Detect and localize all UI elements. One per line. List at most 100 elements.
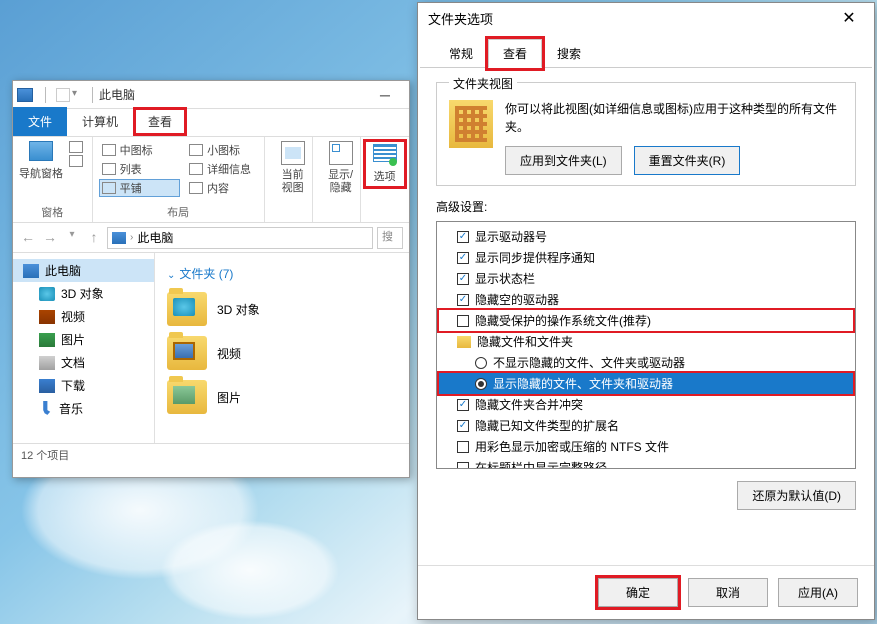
dialog-tabs: 常规 查看 搜索 bbox=[420, 33, 872, 68]
address-bar: ← → ▾ ↑ › 此电脑 搜 bbox=[13, 223, 409, 253]
download-icon bbox=[39, 379, 55, 393]
back-button[interactable]: ← bbox=[19, 229, 37, 247]
tree-pic[interactable]: 图片 bbox=[13, 328, 154, 351]
folder-icon bbox=[457, 336, 471, 348]
advanced-label: 高级设置: bbox=[436, 198, 856, 215]
nav-pane-icon bbox=[29, 141, 53, 161]
apply-button[interactable]: 应用(A) bbox=[778, 578, 858, 607]
quick-access-toolbar: ▾ bbox=[56, 88, 86, 102]
preview-pane[interactable] bbox=[69, 141, 83, 153]
pc-icon bbox=[112, 232, 126, 244]
details-pane[interactable] bbox=[69, 155, 83, 167]
video-icon bbox=[39, 310, 55, 324]
folder-3d[interactable]: 3D 对象 bbox=[167, 292, 397, 326]
apply-to-folders-button[interactable]: 应用到文件夹(L) bbox=[505, 146, 622, 175]
group-panes-label: 窗格 bbox=[13, 204, 92, 220]
qat-item[interactable] bbox=[56, 88, 70, 102]
advanced-tree[interactable]: ✓显示驱动器号 ✓显示同步提供程序通知 ✓显示状态栏 ✓隐藏空的驱动器 隐藏受保… bbox=[436, 221, 856, 469]
ribbon: 导航窗格 窗格 中图标 列表 平铺 小图标 详细信息 内容 bbox=[13, 137, 409, 223]
tree-down[interactable]: 下载 bbox=[13, 374, 154, 397]
opt-hide-protected[interactable]: 隐藏受保护的操作系统文件(推荐) bbox=[439, 310, 853, 331]
tab-computer[interactable]: 计算机 bbox=[67, 107, 133, 136]
layout-details[interactable]: 详细信息 bbox=[186, 160, 258, 178]
opt-show-drive-letters[interactable]: ✓显示驱动器号 bbox=[439, 226, 853, 247]
current-view[interactable]: 当前 视图 bbox=[271, 141, 315, 195]
folder-view-group: 文件夹视图 你可以将此视图(如详细信息或图标)应用于这种类型的所有文件夹。 应用… bbox=[436, 82, 856, 186]
address-input[interactable]: › 此电脑 bbox=[107, 227, 373, 249]
folder-video[interactable]: 视频 bbox=[167, 336, 397, 370]
current-view-icon bbox=[281, 141, 305, 165]
document-icon bbox=[39, 356, 55, 370]
ok-button[interactable]: 确定 bbox=[598, 578, 678, 607]
tree-this-pc[interactable]: 此电脑 bbox=[13, 259, 154, 282]
explorer-titlebar[interactable]: ▾ 此电脑 ─ bbox=[13, 81, 409, 109]
layout-medium[interactable]: 中图标 bbox=[99, 141, 180, 159]
explorer-window: ▾ 此电脑 ─ 文件 计算机 查看 导航窗格 窗格 bbox=[12, 80, 410, 478]
folder-view-desc: 你可以将此视图(如详细信息或图标)应用于这种类型的所有文件夹。 bbox=[505, 100, 843, 136]
content-area: ⌄文件夹 (7) 3D 对象 视频 图片 bbox=[155, 253, 409, 443]
opt-hide-ext[interactable]: ✓隐藏已知文件类型的扩展名 bbox=[439, 415, 853, 436]
tree-video[interactable]: 视频 bbox=[13, 305, 154, 328]
close-button[interactable]: ✕ bbox=[834, 8, 864, 28]
layout-list[interactable]: 列表 bbox=[99, 160, 180, 178]
options-button[interactable]: 选项 bbox=[363, 139, 407, 189]
forward-button[interactable]: → bbox=[41, 229, 59, 247]
layout-content[interactable]: 内容 bbox=[186, 179, 258, 197]
reset-folders-button[interactable]: 重置文件夹(R) bbox=[634, 146, 741, 175]
dialog-title: 文件夹选项 bbox=[428, 9, 493, 28]
nav-tree: 此电脑 3D 对象 视频 图片 文档 下载 音乐 bbox=[13, 253, 155, 443]
group-layout-label: 布局 bbox=[93, 204, 264, 220]
opt-full-path[interactable]: 在标题栏中显示完整路径 bbox=[439, 457, 853, 469]
tab-file[interactable]: 文件 bbox=[13, 107, 67, 136]
tree-3d[interactable]: 3D 对象 bbox=[13, 282, 154, 305]
folder-icon bbox=[167, 380, 207, 414]
folder-view-icon bbox=[449, 100, 493, 148]
window-title: 此电脑 bbox=[99, 86, 135, 103]
group-legend: 文件夹视图 bbox=[449, 75, 517, 92]
status-bar: 12 个项目 bbox=[13, 443, 409, 467]
show-hide-icon bbox=[329, 141, 353, 165]
cancel-button[interactable]: 取消 bbox=[688, 578, 768, 607]
tab-view[interactable]: 查看 bbox=[133, 107, 187, 136]
content-header[interactable]: ⌄文件夹 (7) bbox=[167, 261, 397, 292]
nav-pane-label: 导航窗格 bbox=[19, 165, 63, 181]
restore-defaults-button[interactable]: 还原为默认值(D) bbox=[737, 481, 856, 510]
folder-options-dialog: 文件夹选项 ✕ 常规 查看 搜索 文件夹视图 你可以将此视图(如详细信息或图标)… bbox=[417, 2, 875, 620]
layout-small[interactable]: 小图标 bbox=[186, 141, 258, 159]
folder-icon bbox=[167, 292, 207, 326]
pc-icon bbox=[23, 264, 39, 278]
opt-statusbar[interactable]: ✓显示状态栏 bbox=[439, 268, 853, 289]
folder-pic[interactable]: 图片 bbox=[167, 380, 397, 414]
current-view-label: 当前 视图 bbox=[282, 169, 304, 195]
music-icon bbox=[39, 401, 53, 417]
picture-icon bbox=[39, 333, 55, 347]
history-dropdown[interactable]: ▾ bbox=[63, 229, 81, 247]
show-hide-label: 显示/ 隐藏 bbox=[328, 169, 353, 195]
opt-hide-empty[interactable]: ✓隐藏空的驱动器 bbox=[439, 289, 853, 310]
minimize-button[interactable]: ─ bbox=[365, 87, 405, 103]
show-hide[interactable]: 显示/ 隐藏 bbox=[319, 141, 363, 195]
tree-doc[interactable]: 文档 bbox=[13, 351, 154, 374]
3d-icon bbox=[39, 287, 55, 301]
dtab-view[interactable]: 查看 bbox=[488, 39, 542, 68]
dialog-titlebar[interactable]: 文件夹选项 ✕ bbox=[418, 3, 874, 33]
search-input[interactable]: 搜 bbox=[377, 227, 403, 249]
ribbon-tabs: 文件 计算机 查看 bbox=[13, 109, 409, 137]
pc-icon bbox=[17, 88, 33, 102]
tree-music[interactable]: 音乐 bbox=[13, 397, 154, 420]
layout-tiles[interactable]: 平铺 bbox=[99, 179, 180, 197]
opt-show-hidden[interactable]: 显示隐藏的文件、文件夹和驱动器 bbox=[439, 373, 853, 394]
qat-dropdown[interactable]: ▾ bbox=[72, 88, 86, 102]
folder-icon bbox=[167, 336, 207, 370]
options-label: 选项 bbox=[374, 168, 396, 184]
address-text: 此电脑 bbox=[137, 229, 173, 246]
dtab-search[interactable]: 搜索 bbox=[542, 39, 596, 67]
up-button[interactable]: ↑ bbox=[85, 229, 103, 247]
opt-hidden-files-folder[interactable]: 隐藏文件和文件夹 bbox=[439, 331, 853, 352]
opt-merge-conflict[interactable]: ✓隐藏文件夹合并冲突 bbox=[439, 394, 853, 415]
opt-dont-show-hidden[interactable]: 不显示隐藏的文件、文件夹或驱动器 bbox=[439, 352, 853, 373]
dialog-footer: 确定 取消 应用(A) bbox=[418, 565, 874, 619]
dtab-general[interactable]: 常规 bbox=[434, 39, 488, 67]
opt-sync-notify[interactable]: ✓显示同步提供程序通知 bbox=[439, 247, 853, 268]
opt-color-ntfs[interactable]: 用彩色显示加密或压缩的 NTFS 文件 bbox=[439, 436, 853, 457]
